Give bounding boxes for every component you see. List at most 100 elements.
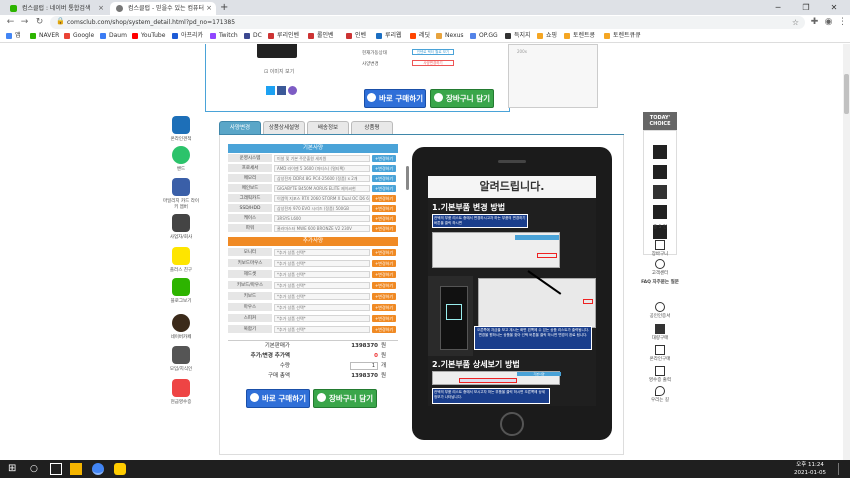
change-button[interactable]: +변경하기 — [372, 165, 396, 172]
bookmark-deukjiji[interactable]: 득지지 — [505, 30, 531, 42]
windows-start-icon[interactable]: ⊞ — [8, 463, 20, 475]
change-button[interactable]: +변경하기 — [372, 282, 396, 289]
facebook-icon[interactable] — [277, 86, 286, 95]
left-nav-plus-friend[interactable]: 플러스 친구 — [161, 247, 201, 273]
right-customer-center[interactable]: 고객센터 — [641, 259, 679, 276]
kakaotalk-taskbar-icon[interactable] — [114, 463, 126, 475]
zoom-image-link[interactable]: ⊡ 이미지 보기 — [264, 68, 294, 75]
bookmark-apps[interactable]: 앱 — [6, 30, 21, 42]
menu-icon[interactable]: ⋮ — [836, 16, 849, 29]
change-button[interactable]: +변경하기 — [372, 315, 396, 322]
left-nav-band[interactable]: 밴드 — [161, 146, 201, 172]
page-scrollbar[interactable] — [843, 44, 850, 460]
bookmark-ruli-inven[interactable]: 루리인벤 — [268, 30, 299, 42]
change-button[interactable]: +변경하기 — [372, 215, 396, 222]
close-tab-icon[interactable]: × — [206, 2, 212, 15]
change-button[interactable]: +변경하기 — [372, 155, 396, 162]
change-button[interactable]: +변경하기 — [372, 249, 396, 256]
bookmark-dc[interactable]: DC — [244, 30, 262, 42]
bookmark-nexus[interactable]: Nexus — [436, 30, 464, 42]
change-spec-button[interactable]: 사양변경하기 — [412, 60, 454, 66]
bookmark-naver[interactable]: NAVER — [30, 30, 59, 42]
left-nav-blog[interactable]: 블로그보기 — [161, 278, 201, 304]
left-nav-pc[interactable]: 모임/지식인 — [161, 346, 201, 372]
recent-product-thumb[interactable] — [653, 185, 667, 199]
minimize-icon[interactable]: ─ — [764, 0, 792, 15]
bookmark-opgg[interactable]: OP.GG — [470, 30, 498, 42]
right-directions[interactable]: 우리는 길 — [641, 386, 679, 403]
bookmark-afreeca[interactable]: 아프리카 — [172, 30, 203, 42]
bookmark-star-icon[interactable]: ☆ — [792, 16, 799, 29]
bookmark-torrent-kong[interactable]: 토렌트콩 — [564, 30, 595, 42]
back-icon[interactable]: ← — [4, 16, 17, 29]
change-button[interactable]: +변경하기 — [372, 185, 396, 192]
bookmark-ruliweb[interactable]: 루리웹 — [376, 30, 402, 42]
buy-now-button-top[interactable]: 바로 구매하기 — [364, 89, 426, 108]
search-icon[interactable]: ○ — [30, 463, 42, 475]
kakaostory-icon[interactable] — [288, 86, 297, 95]
bookmark-youtube[interactable]: YouTube — [132, 30, 165, 42]
change-button[interactable]: +변경하기 — [372, 195, 396, 202]
system-clock[interactable]: 오후 11:24 2021-01-05 — [794, 461, 826, 477]
quantity-input[interactable]: 1 — [350, 362, 378, 370]
bookmark-torrent-qq[interactable]: 토렌트큐큐 — [604, 30, 641, 42]
bookmark-inven[interactable]: 인벤 — [346, 30, 366, 42]
tab-comsclub[interactable]: 컴스클럽 - 믿을수 있는 컴퓨터 × — [110, 2, 216, 15]
profile-icon[interactable]: ◉ — [822, 16, 835, 29]
change-button[interactable]: +변경하기 — [372, 293, 396, 300]
extensions-icon[interactable]: ✚ — [808, 16, 821, 29]
restore-icon[interactable]: ❐ — [792, 0, 820, 15]
change-button[interactable]: +변경하기 — [372, 271, 396, 278]
buy-now-button[interactable]: 바로 구매하기 — [246, 389, 310, 408]
right-online-order[interactable]: 온라인구매 — [641, 345, 679, 362]
task-view-icon[interactable] — [50, 463, 62, 475]
forward-icon[interactable]: → — [18, 16, 31, 29]
left-nav-cafe[interactable]: 네이버카페 — [161, 314, 201, 340]
recent-product-thumb[interactable] — [653, 205, 667, 219]
add-to-cart-button[interactable]: 장바구니 담기 — [313, 389, 377, 408]
spec-scrollbar[interactable] — [406, 166, 409, 190]
change-button[interactable]: +변경하기 — [372, 175, 396, 182]
bookmark-lol-inven[interactable]: 롤인벤 — [308, 30, 334, 42]
tab-reviews[interactable]: 상품평 — [351, 121, 393, 134]
change-button[interactable]: +변경하기 — [372, 225, 396, 232]
right-cart[interactable]: 장바구니 — [641, 240, 679, 257]
left-nav-business[interactable]: 사업자/회사 — [161, 214, 201, 240]
new-tab-button[interactable]: + — [220, 2, 228, 13]
change-button[interactable]: +변경하기 — [372, 304, 396, 311]
product-image[interactable] — [257, 44, 297, 58]
chrome-icon[interactable] — [92, 463, 104, 475]
right-bulk-order[interactable]: 대량구매 — [641, 324, 679, 341]
tab-product-detail[interactable]: 상품상세설명 — [263, 121, 305, 134]
folder-icon — [564, 33, 570, 39]
bookmark-google[interactable]: Google — [64, 30, 94, 42]
bookmark-reddit[interactable]: 레딧 — [410, 30, 430, 42]
right-certificate[interactable]: 공인인증서 — [641, 302, 679, 319]
tab-shipping[interactable]: 배송정보 — [307, 121, 349, 134]
tab-spec-change[interactable]: 사양변경 — [219, 121, 261, 134]
close-window-icon[interactable]: ✕ — [820, 0, 848, 15]
twitter-icon[interactable] — [266, 86, 275, 95]
close-tab-icon[interactable]: × — [98, 2, 104, 15]
left-nav-mileage[interactable]: 마일리지 카드 라이키 멤버 — [161, 178, 201, 210]
left-nav-receipt[interactable]: 현금영수증 — [161, 379, 201, 405]
change-button[interactable]: +변경하기 — [372, 326, 396, 333]
left-nav-online-quote[interactable]: 온라인견적 — [161, 116, 201, 142]
file-explorer-icon[interactable] — [70, 463, 82, 475]
add-to-cart-button-top[interactable]: 장바구니 담기 — [430, 89, 494, 108]
change-button[interactable]: +변경하기 — [372, 260, 396, 267]
right-receipt-print[interactable]: 영수증 출력 — [641, 366, 679, 383]
recent-product-thumb[interactable] — [653, 165, 667, 179]
page-scrollbar-thumb[interactable] — [844, 74, 849, 114]
info-value[interactable]: 인텐로 텍터 월로 보기 — [412, 49, 454, 55]
show-desktop-button[interactable] — [838, 463, 842, 475]
reload-icon[interactable]: ↻ — [33, 16, 46, 29]
bookmark-daum[interactable]: Daum — [100, 30, 127, 42]
address-bar[interactable]: 🔒 comsclub.com/shop/system_detail.html?p… — [50, 16, 805, 29]
change-button[interactable]: +변경하기 — [372, 205, 396, 212]
bookmark-twitch[interactable]: Twitch — [210, 30, 238, 42]
bookmark-shopping[interactable]: 쇼핑 — [537, 30, 557, 42]
tab-naver-search[interactable]: 컴스클럽 : 네이버 통합검색 × — [4, 2, 108, 15]
right-faq[interactable]: FAQ 자주묻는 질문 — [641, 279, 679, 285]
recent-product-thumb[interactable] — [653, 145, 667, 159]
